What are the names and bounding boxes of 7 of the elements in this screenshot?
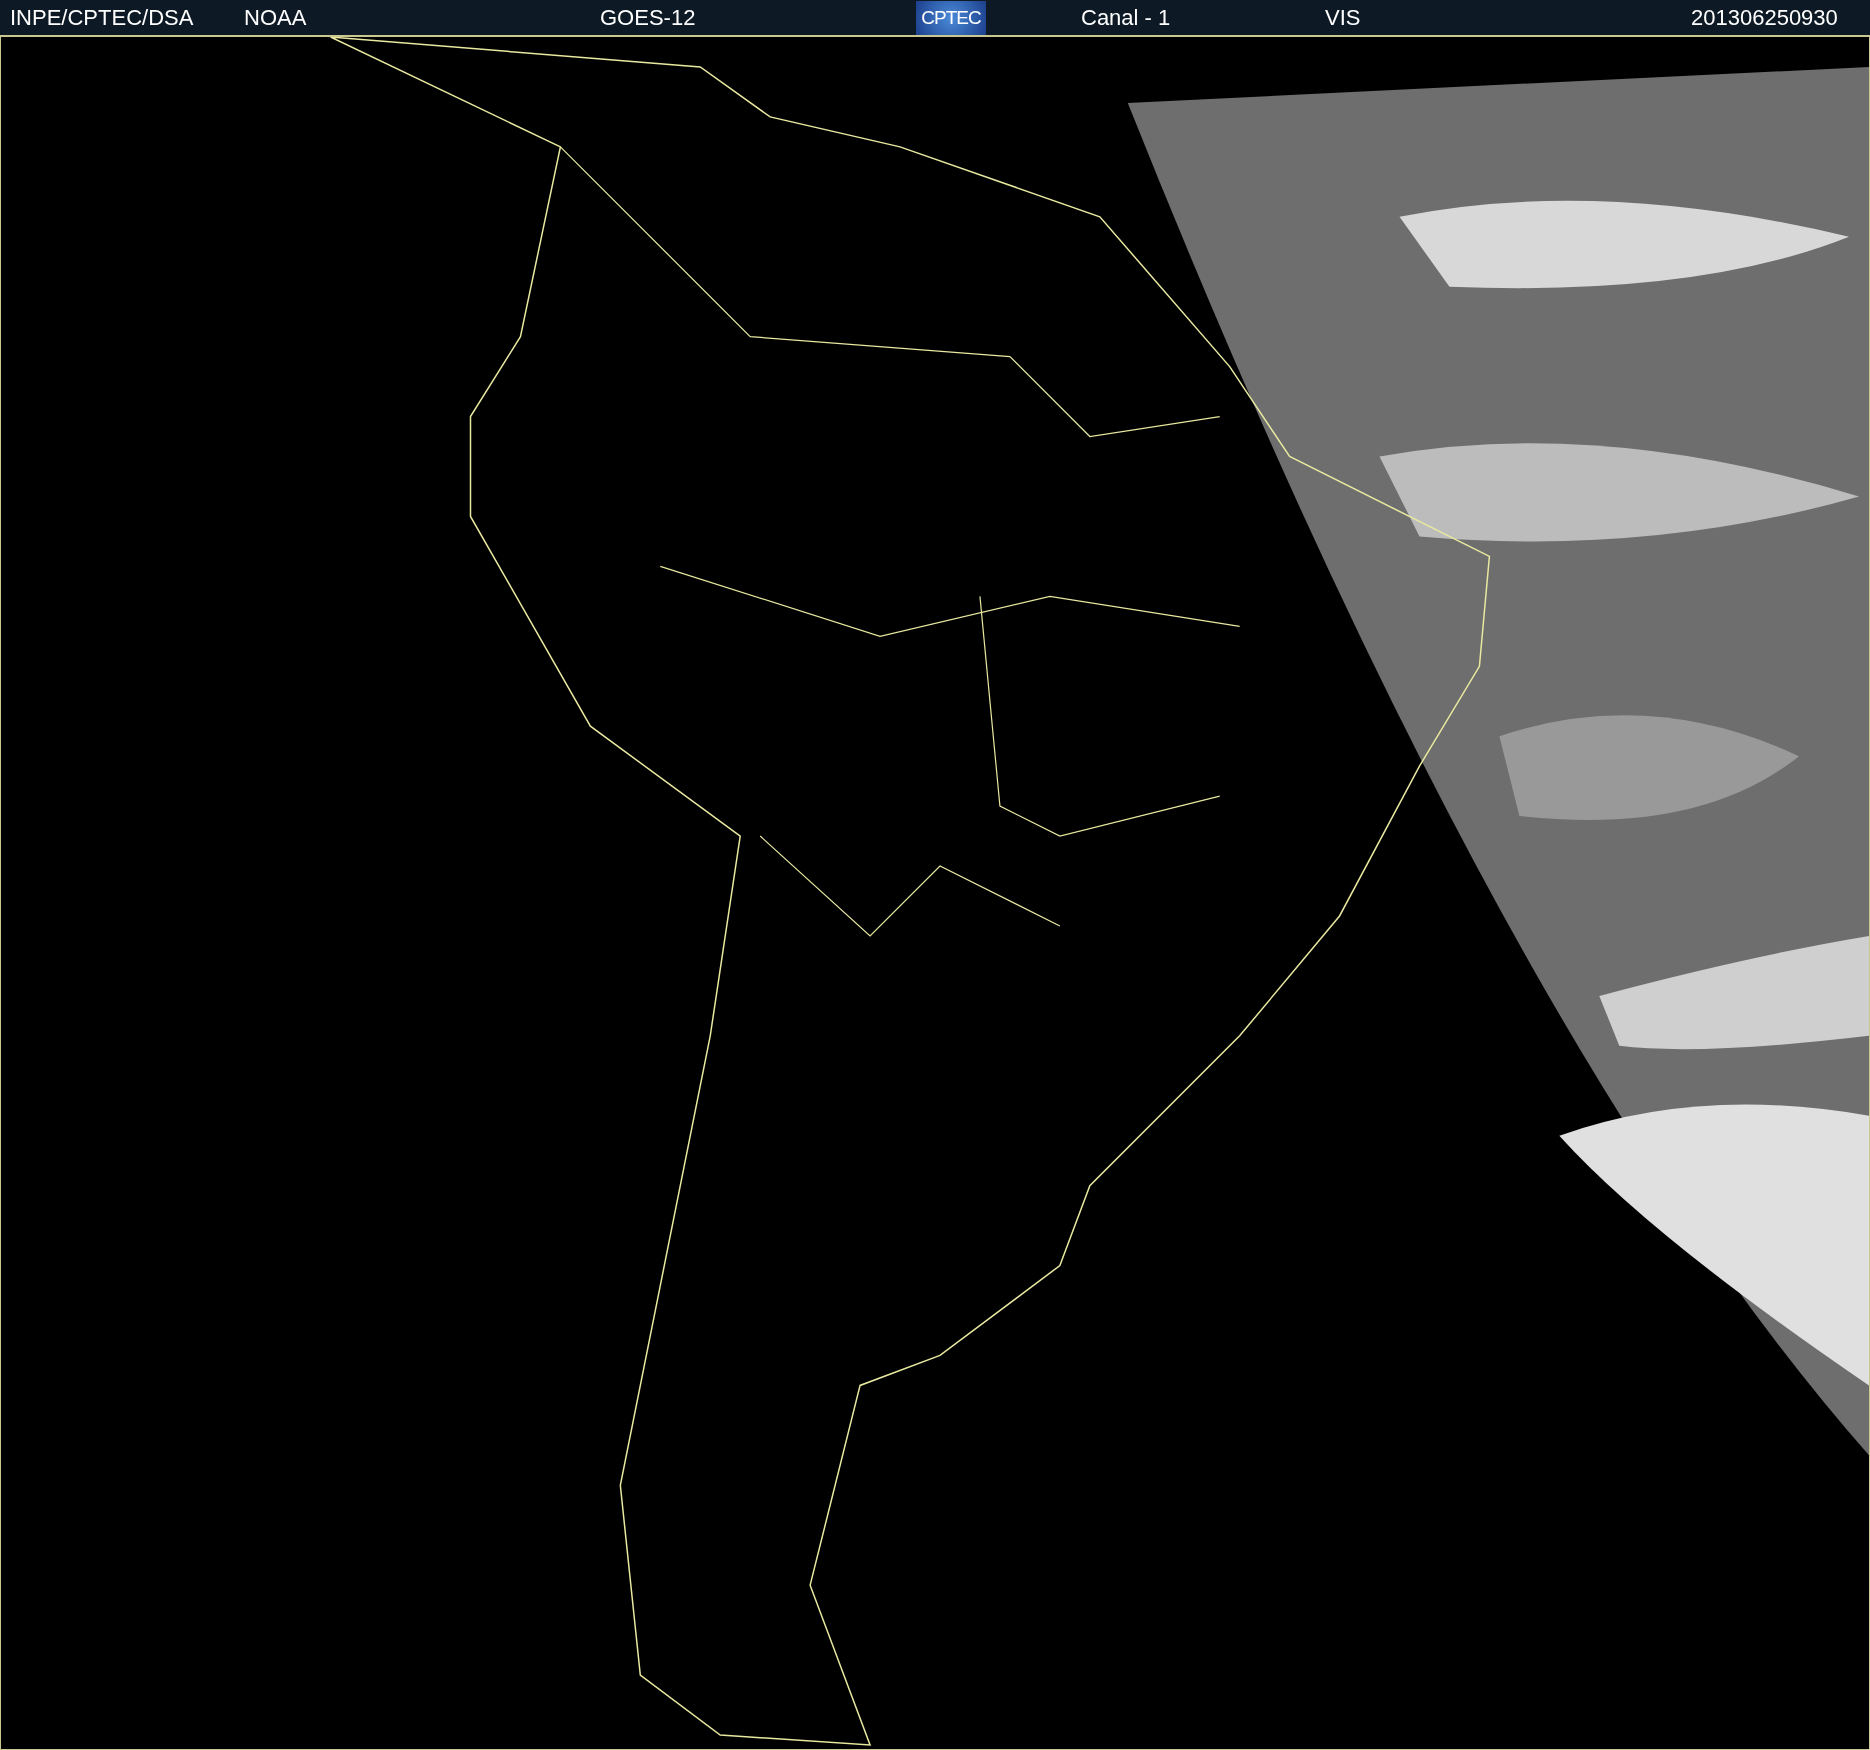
satellite-label: GOES-12 [600, 4, 697, 31]
band-label: VIS [1325, 4, 1362, 31]
channel-label: Canal - 1 [1081, 4, 1172, 31]
logo: CPTEC [916, 0, 986, 35]
source-label: INPE/CPTEC/DSA [10, 4, 195, 31]
agency-label: NOAA [244, 4, 308, 31]
timestamp-label: 201306250930 [1691, 4, 1839, 31]
